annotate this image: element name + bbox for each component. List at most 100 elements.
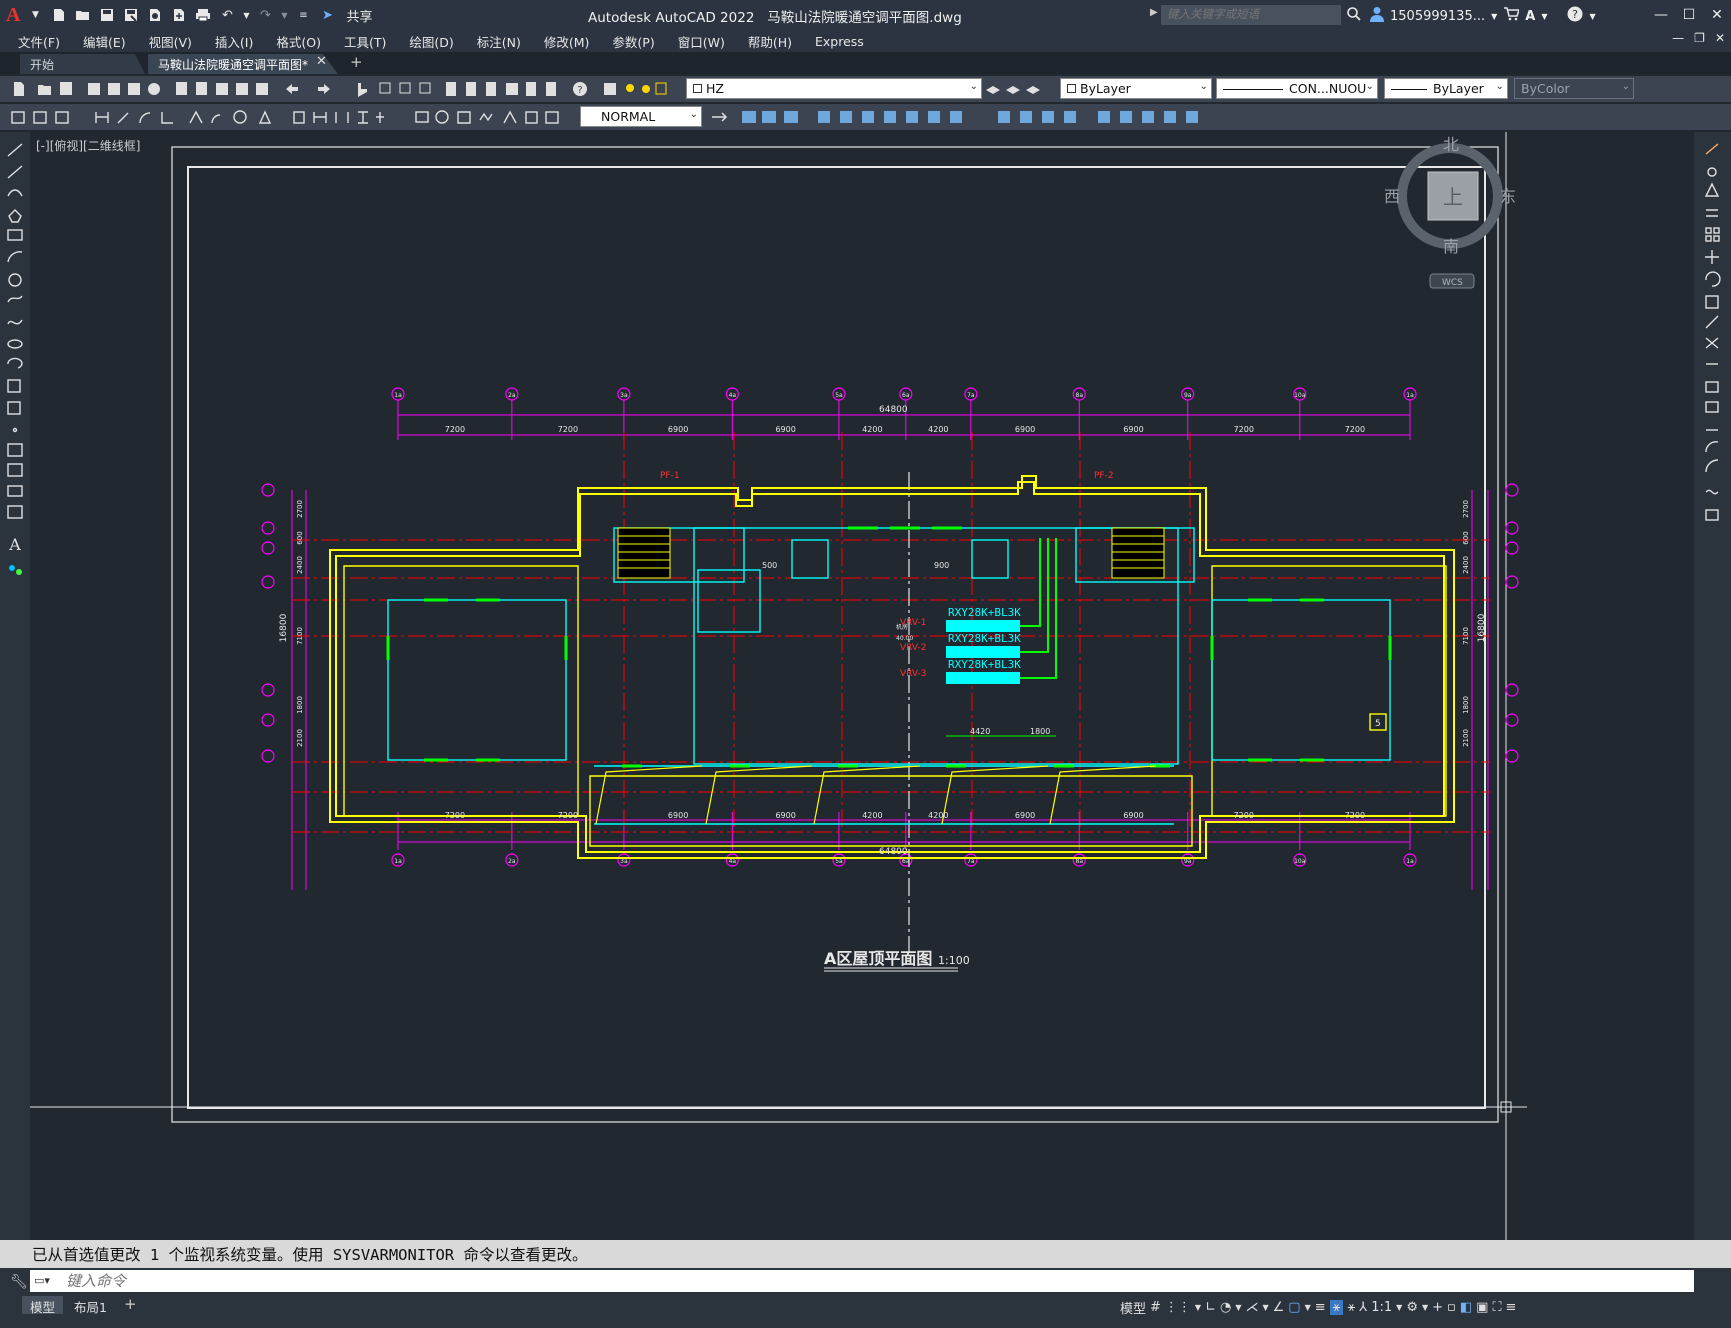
- menu-insert[interactable]: 插入(I): [215, 32, 253, 51]
- lineweight-dropdown[interactable]: ByLayer ⌄: [1384, 78, 1508, 99]
- fullscreen-icon[interactable]: ⛶: [1492, 1300, 1501, 1315]
- menu-file[interactable]: 文件(F): [18, 32, 60, 51]
- minimize-icon[interactable]: —: [1647, 0, 1675, 30]
- chevron-right-icon[interactable]: ▶: [1150, 7, 1158, 18]
- tab-close-icon[interactable]: ✕: [316, 54, 327, 69]
- chevron-down-icon[interactable]: ▼: [1396, 1303, 1402, 1312]
- open-folder-icon[interactable]: [74, 6, 92, 24]
- snap-icon[interactable]: ⋮⋮: [1165, 1300, 1191, 1315]
- annotation-scale-icon[interactable]: ⅄: [1359, 1300, 1367, 1315]
- draw-tool-icons[interactable]: A: [0, 132, 30, 582]
- doc-minimize-icon[interactable]: —: [1672, 31, 1684, 45]
- search-input[interactable]: [1161, 5, 1341, 25]
- user-name[interactable]: 1505999135...: [1390, 9, 1485, 24]
- menu-view[interactable]: 视图(V): [149, 32, 192, 51]
- isodraft-icon[interactable]: ⋌: [1245, 1300, 1258, 1315]
- layer-tool-icons[interactable]: [984, 80, 1046, 98]
- grid-bubble: [1505, 683, 1519, 697]
- layer-dropdown[interactable]: HZ ⌄: [686, 78, 982, 99]
- clean-screen-icon[interactable]: ▣: [1476, 1300, 1488, 1315]
- wrench-icon[interactable]: 🔧︎: [10, 1274, 28, 1290]
- redo-icon[interactable]: ↷: [256, 6, 274, 24]
- new-tab-icon[interactable]: +: [350, 53, 363, 71]
- lineweight-icon[interactable]: ≡: [1315, 1300, 1326, 1315]
- menu-draw[interactable]: 绘图(D): [409, 32, 453, 51]
- share-icon[interactable]: ➤: [318, 6, 336, 24]
- doc-close-icon[interactable]: ✕: [1715, 31, 1725, 45]
- otrack-icon[interactable]: ∠: [1273, 1300, 1285, 1315]
- chevron-down-icon[interactable]: ▼: [26, 6, 44, 24]
- open-web-icon[interactable]: [146, 6, 164, 24]
- layout-tab-model[interactable]: 模型: [22, 1296, 64, 1315]
- customize-qat-icon[interactable]: ≡: [294, 6, 312, 24]
- menu-modify[interactable]: 修改(M): [544, 32, 590, 51]
- search-icon[interactable]: [1346, 6, 1362, 26]
- command-menu-icon[interactable]: ▭▾: [34, 1274, 50, 1287]
- chevron-down-icon[interactable]: ▼: [280, 6, 288, 24]
- viewport-controls[interactable]: [-][俯视][二维线框]: [36, 137, 140, 154]
- customize-icon[interactable]: ≡: [1506, 1300, 1517, 1315]
- save-as-icon[interactable]: [122, 6, 140, 24]
- menu-window[interactable]: 窗口(W): [678, 32, 725, 51]
- grid-icon[interactable]: #: [1150, 1300, 1161, 1315]
- menu-express[interactable]: Express: [815, 34, 864, 49]
- chevron-down-icon[interactable]: ▼: [1491, 12, 1497, 21]
- dimension-tool-icons[interactable]: [10, 108, 570, 126]
- save-web-icon[interactable]: [170, 6, 188, 24]
- chevron-down-icon[interactable]: ▼: [1195, 1303, 1201, 1312]
- modify-tool-icons[interactable]: [1694, 132, 1731, 552]
- autodesk-app-icon[interactable]: A: [1525, 9, 1535, 24]
- maximize-icon[interactable]: ☐: [1675, 0, 1703, 30]
- bottom-dim-text: 7200: [1234, 811, 1254, 820]
- menu-edit[interactable]: 编辑(E): [83, 32, 126, 51]
- close-icon[interactable]: ✕: [1703, 0, 1731, 30]
- chevron-down-icon[interactable]: ▼: [242, 6, 250, 24]
- polar-icon[interactable]: ◔: [1220, 1300, 1231, 1315]
- annotation-scale-value[interactable]: 1:1: [1371, 1300, 1392, 1315]
- doc-restore-icon[interactable]: ❐: [1694, 31, 1705, 45]
- plot-icon[interactable]: [194, 6, 212, 24]
- undo-icon[interactable]: ↶: [218, 6, 236, 24]
- text-style-dropdown[interactable]: NORMAL ⌄: [580, 106, 702, 127]
- layout-tab-1[interactable]: 布局1: [66, 1296, 115, 1315]
- menu-parametric[interactable]: 参数(P): [612, 32, 654, 51]
- osnap-icon[interactable]: ▢: [1288, 1300, 1300, 1315]
- chevron-down-icon[interactable]: ▼: [1235, 1303, 1241, 1312]
- hardware-acceleration-icon[interactable]: ◧: [1460, 1300, 1472, 1315]
- tab-start[interactable]: 开始: [20, 54, 145, 74]
- model-space-button[interactable]: 模型: [1120, 1298, 1146, 1317]
- menu-dimension[interactable]: 标注(N): [477, 32, 521, 51]
- menu-help[interactable]: 帮助(H): [748, 32, 792, 51]
- plus-icon[interactable]: +: [1432, 1300, 1443, 1315]
- annotation-monitor-icon[interactable]: ⚹: [1329, 1300, 1344, 1315]
- isolate-objects-icon[interactable]: ▫: [1447, 1300, 1456, 1315]
- cad-drawing[interactable]: 1a1a2a2a3a3a4a4a5a5a6a6a7a7a8a8a9a9a10a1…: [30, 132, 1694, 1240]
- chevron-down-icon[interactable]: ▼: [1589, 12, 1595, 21]
- share-button[interactable]: 共享: [346, 6, 372, 25]
- tab-drawing[interactable]: 马鞍山法院暖通空调平面图*: [148, 54, 338, 74]
- new-file-icon[interactable]: [50, 6, 68, 24]
- menu-format[interactable]: 格式(O): [276, 32, 321, 51]
- linetype-dropdown[interactable]: CON...NUOU ⌄: [1216, 78, 1378, 99]
- chevron-down-icon[interactable]: ▼: [1262, 1303, 1268, 1312]
- save-icon[interactable]: [98, 6, 116, 24]
- chevron-down-icon[interactable]: ▼: [1305, 1303, 1311, 1312]
- gear-icon[interactable]: ⚙: [1406, 1300, 1418, 1315]
- command-input[interactable]: [30, 1270, 1694, 1292]
- annotation-visibility-icon[interactable]: ⚹: [1347, 1300, 1355, 1315]
- user-icon[interactable]: [1370, 6, 1384, 26]
- cart-icon[interactable]: [1503, 7, 1521, 25]
- viewcube[interactable]: 上 北 南 东 西 WCS: [1384, 135, 1516, 289]
- chevron-down-icon[interactable]: ▼: [1422, 1303, 1428, 1312]
- drawing-canvas[interactable]: 1a 1a 2a 2a 3a 3a 4a 4a 5a 5a 6a 6a 7a 7a 8a 8a 9a 9a 10a 1…: [30, 132, 1694, 1240]
- help-icon[interactable]: ?: [1567, 6, 1583, 26]
- color-dropdown[interactable]: ByLayer ⌄: [1060, 78, 1212, 99]
- plotstyle-dropdown[interactable]: ByColor ⌄: [1514, 78, 1634, 99]
- ortho-icon[interactable]: ∟: [1205, 1300, 1216, 1315]
- application-menu-button[interactable]: A: [6, 4, 20, 27]
- chevron-down-icon[interactable]: ▼: [1541, 12, 1547, 21]
- menu-tools[interactable]: 工具(T): [344, 32, 386, 51]
- modify-tool-icons[interactable]: [708, 108, 1212, 126]
- standard-tool-icons[interactable]: ?: [8, 80, 668, 98]
- add-layout-icon[interactable]: +: [124, 1295, 137, 1313]
